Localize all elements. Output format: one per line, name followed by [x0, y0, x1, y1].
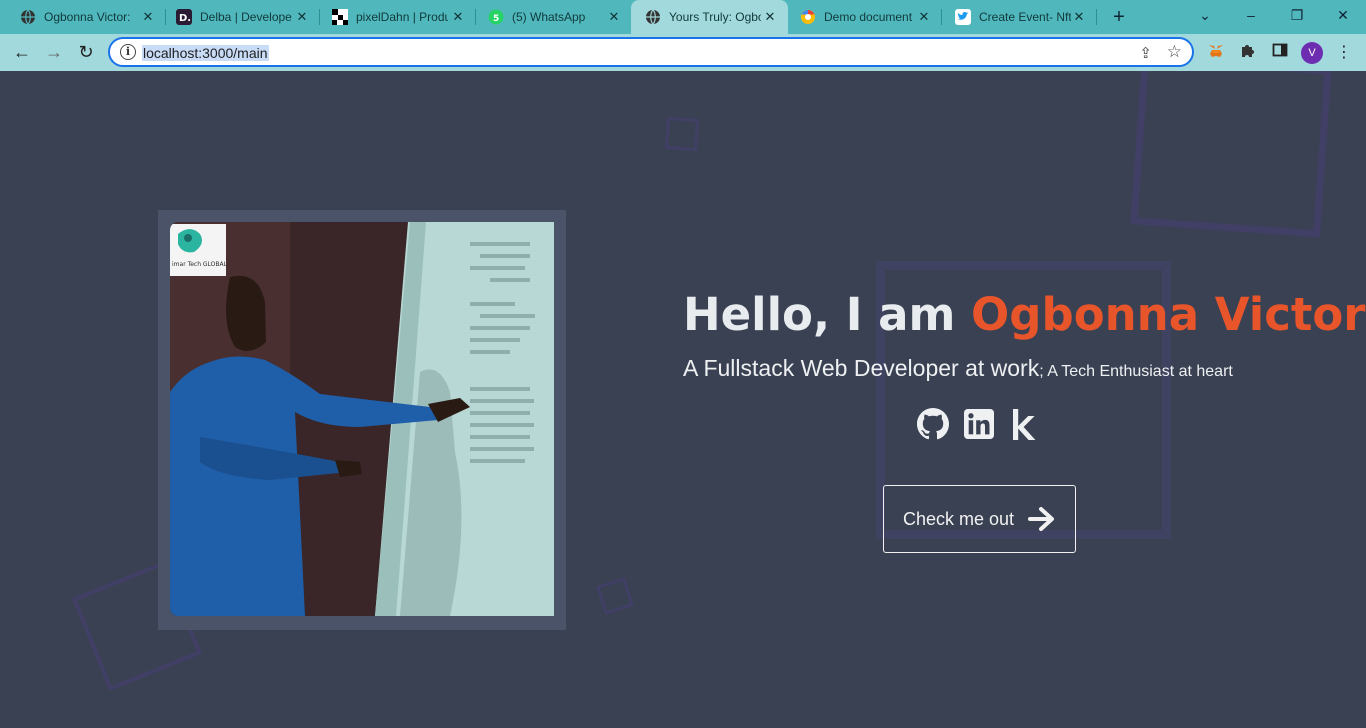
url-text[interactable]: localhost:3000/main [142, 45, 269, 61]
close-icon[interactable]: ✕ [916, 9, 932, 25]
restore-button[interactable]: ❐ [1274, 0, 1320, 32]
close-icon[interactable]: ✕ [606, 9, 622, 25]
whatsapp-favicon: 5 [488, 9, 504, 25]
profile-photo: imar Tech GLOBAL [170, 222, 554, 616]
tab-title: Demo document [824, 10, 913, 24]
browser-tab-strip: Ogbonna Victor: ✕ D. Delba | Develope ✕ … [0, 0, 1366, 34]
role-text: A Fullstack Web Developer at work [683, 355, 1040, 381]
cta-label: Check me out [902, 508, 1015, 529]
address-bar[interactable]: i localhost:3000/main ⇪ ☆ [108, 37, 1194, 67]
tab-title: Create Event- Nft [979, 10, 1071, 24]
close-icon[interactable]: ✕ [294, 9, 310, 25]
globe-icon [21, 9, 35, 25]
kaggle-icon [1013, 408, 1036, 440]
twitter-favicon [955, 9, 971, 25]
decorative-square [1130, 71, 1332, 238]
arrow-right-icon [1028, 507, 1055, 531]
decorative-square [596, 577, 634, 615]
tab-whatsapp[interactable]: 5 (5) WhatsApp ✕ [474, 0, 632, 34]
delba-favicon: D. [176, 9, 192, 25]
side-panel-icon[interactable] [1269, 42, 1291, 64]
tab-pixeldahn[interactable]: pixelDahn | Produ ✕ [318, 0, 476, 34]
tab-title: (5) WhatsApp [512, 10, 586, 24]
tab-title: Yours Truly: Ogbo [669, 10, 761, 24]
decorative-square [664, 116, 700, 152]
page-viewport: imar Tech GLOBAL Hello, I am Ogbonna Vic… [0, 71, 1366, 728]
social-links [917, 406, 1037, 446]
tab-create-event[interactable]: Create Event- Nft ✕ [941, 0, 1097, 34]
site-info-icon[interactable]: i [120, 44, 136, 60]
tab-delba[interactable]: D. Delba | Develope ✕ [162, 0, 320, 34]
hero-subtitle: A Fullstack Web Developer at work; A Tec… [683, 355, 1303, 382]
github-link[interactable] [917, 407, 950, 445]
extensions-puzzle-icon[interactable] [1237, 42, 1259, 64]
tab-yours-truly[interactable]: Yours Truly: Ogbo ✕ [631, 0, 788, 34]
share-icon[interactable]: ⇪ [1139, 44, 1152, 62]
kaggle-link[interactable] [1009, 407, 1037, 446]
hero-name: Ogbonna Victor [971, 288, 1366, 341]
forward-button[interactable]: → [41, 39, 67, 65]
close-icon[interactable]: ✕ [762, 9, 778, 25]
check-me-out-button[interactable]: Check me out [883, 485, 1076, 553]
greeting-text: Hello, I am [683, 288, 972, 341]
hero-heading: Hello, I am Ogbonna Victor [683, 285, 1366, 345]
pixeldahn-favicon [332, 9, 348, 25]
tab-title: pixelDahn | Produ [356, 10, 448, 24]
tab-ogbonna-victor[interactable]: Ogbonna Victor: ✕ [6, 0, 166, 34]
reload-button[interactable]: ↻ [73, 39, 99, 65]
tab-title: Delba | Develope [200, 10, 292, 24]
close-window-button[interactable]: ✕ [1320, 0, 1366, 32]
svg-text:D.: D. [179, 13, 191, 24]
close-icon[interactable]: ✕ [140, 9, 156, 25]
back-button[interactable]: ← [9, 39, 35, 65]
google-favicon [801, 10, 815, 24]
close-icon[interactable]: ✕ [450, 9, 466, 25]
photo-watermark-text: imar Tech GLOBAL [172, 261, 228, 268]
minimize-button[interactable]: – [1228, 0, 1274, 32]
tab-demo-document[interactable]: Demo document ✕ [786, 0, 942, 34]
profile-photo-frame: imar Tech GLOBAL [158, 210, 566, 630]
hero-text-block: Hello, I am Ogbonna Victor A Fullstack W… [683, 285, 1366, 382]
profile-avatar[interactable]: V [1301, 42, 1323, 64]
more-menu-icon[interactable]: ⋮ [1333, 42, 1355, 64]
metamask-icon[interactable] [1205, 42, 1227, 64]
globe-icon [646, 9, 660, 25]
passion-text: A Tech Enthusiast at heart [1043, 363, 1233, 380]
linkedin-icon [964, 408, 994, 439]
browser-toolbar: ← → ↻ i localhost:3000/main ⇪ ☆ V ⋮ [0, 34, 1366, 71]
new-tab-button[interactable]: + [1108, 6, 1130, 28]
tab-title: Ogbonna Victor: [44, 10, 131, 24]
close-icon[interactable]: ✕ [1071, 9, 1087, 25]
bookmark-star-icon[interactable]: ☆ [1167, 42, 1182, 62]
linkedin-link[interactable] [964, 408, 994, 444]
github-icon [917, 407, 950, 439]
tab-search-button[interactable]: ⌄ [1182, 0, 1228, 32]
svg-text:5: 5 [493, 14, 499, 24]
